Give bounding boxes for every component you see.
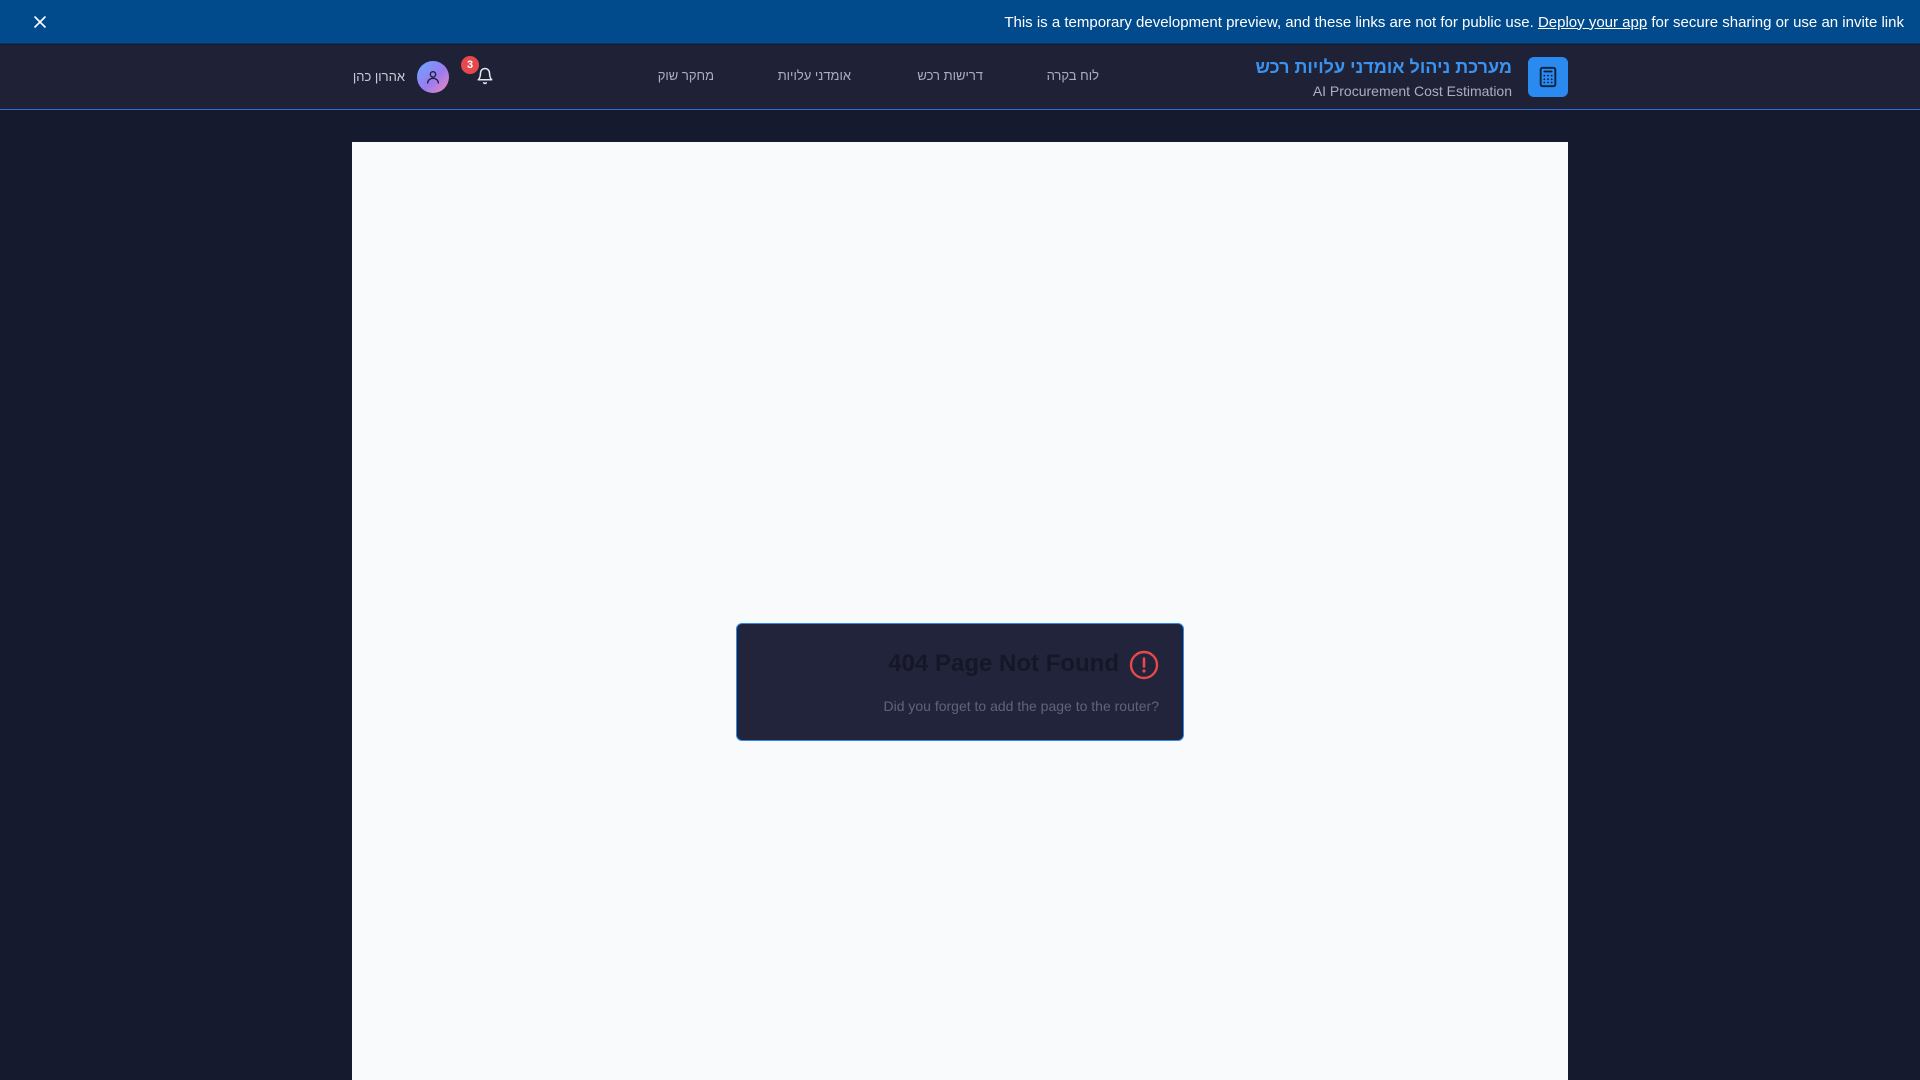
- error-title: 404 Page Not Found: [888, 650, 1119, 677]
- app-header: מערכת ניהול אומדני עלויות רכש AI Procure…: [0, 45, 1920, 110]
- banner-text-after: for secure sharing or use an invite link: [1651, 13, 1904, 31]
- nav-item-cost-estimates[interactable]: אומדני עלויות: [778, 68, 851, 83]
- error-message: Did you forget to add the page to the ro…: [883, 698, 1159, 714]
- main-content: [352, 142, 1568, 1080]
- dev-preview-banner: This is a temporary development preview,…: [0, 0, 1920, 44]
- banner-text-before: This is a temporary development preview,…: [1004, 13, 1534, 31]
- banner-close-button[interactable]: [28, 10, 52, 34]
- banner-message: This is a temporary development preview,…: [1004, 0, 1904, 44]
- not-found-card: 404 Page Not Found Did you forget to add…: [736, 623, 1184, 741]
- nav-item-market-research[interactable]: מחקר שוק: [658, 68, 714, 83]
- app-subtitle: AI Procurement Cost Estimation: [1312, 83, 1512, 99]
- calculator-icon: [1539, 66, 1557, 88]
- notification-count-badge: 3: [461, 56, 479, 74]
- app-title: מערכת ניהול אומדני עלויות רכש: [1255, 57, 1512, 77]
- bell-icon: [477, 67, 493, 85]
- nav-item-dashboard[interactable]: לוח בקרה: [1047, 68, 1099, 83]
- close-icon: [34, 16, 46, 28]
- deploy-app-link[interactable]: Deploy your app: [1538, 14, 1647, 31]
- user-icon: [427, 71, 439, 84]
- nav-item-procurement-requests[interactable]: דרישות רכש: [917, 68, 983, 83]
- alert-circle-icon: [1129, 650, 1159, 680]
- brand-logo-button[interactable]: [1528, 57, 1568, 97]
- notifications-button[interactable]: [476, 67, 496, 87]
- user-name: אהרון כהן: [352, 69, 405, 84]
- user-avatar-button[interactable]: [417, 61, 449, 93]
